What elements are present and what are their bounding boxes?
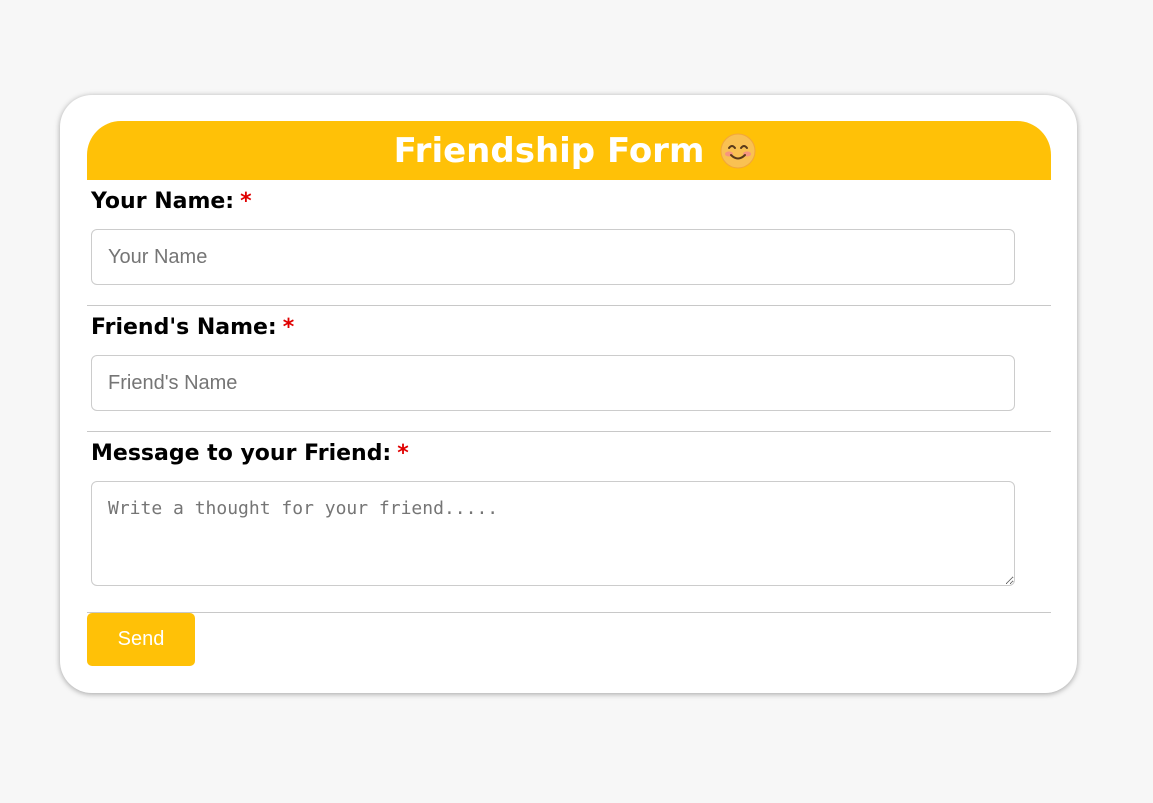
divider	[87, 431, 1051, 432]
friend-name-section: Friend's Name: *	[87, 313, 1051, 413]
required-marker: *	[240, 189, 252, 214]
message-label: Message to your Friend: *	[91, 441, 409, 466]
divider	[87, 612, 1051, 613]
required-marker: *	[397, 441, 409, 466]
message-label-text: Message to your Friend:	[91, 441, 392, 466]
form-header: Friendship Form	[87, 121, 1051, 180]
your-name-section: Your Name: *	[87, 187, 1051, 287]
smiling-face-icon	[720, 133, 756, 168]
divider	[87, 305, 1051, 306]
message-section: Message to your Friend: *	[87, 439, 1051, 589]
your-name-input[interactable]	[91, 229, 1015, 285]
send-button[interactable]: Send	[87, 613, 195, 666]
friend-name-label: Friend's Name: *	[91, 315, 294, 340]
your-name-label-text: Your Name:	[91, 189, 235, 214]
friendship-form-card: Friendship Form Your Name:* Friend's Nam…	[60, 95, 1077, 693]
friend-name-label-text: Friend's Name:	[91, 315, 277, 340]
message-textarea[interactable]	[91, 481, 1015, 586]
required-marker: *	[282, 315, 295, 340]
form-title: Friendship Form	[393, 130, 705, 171]
friend-name-input[interactable]	[91, 355, 1015, 411]
your-name-label: Your Name: *	[91, 189, 252, 214]
